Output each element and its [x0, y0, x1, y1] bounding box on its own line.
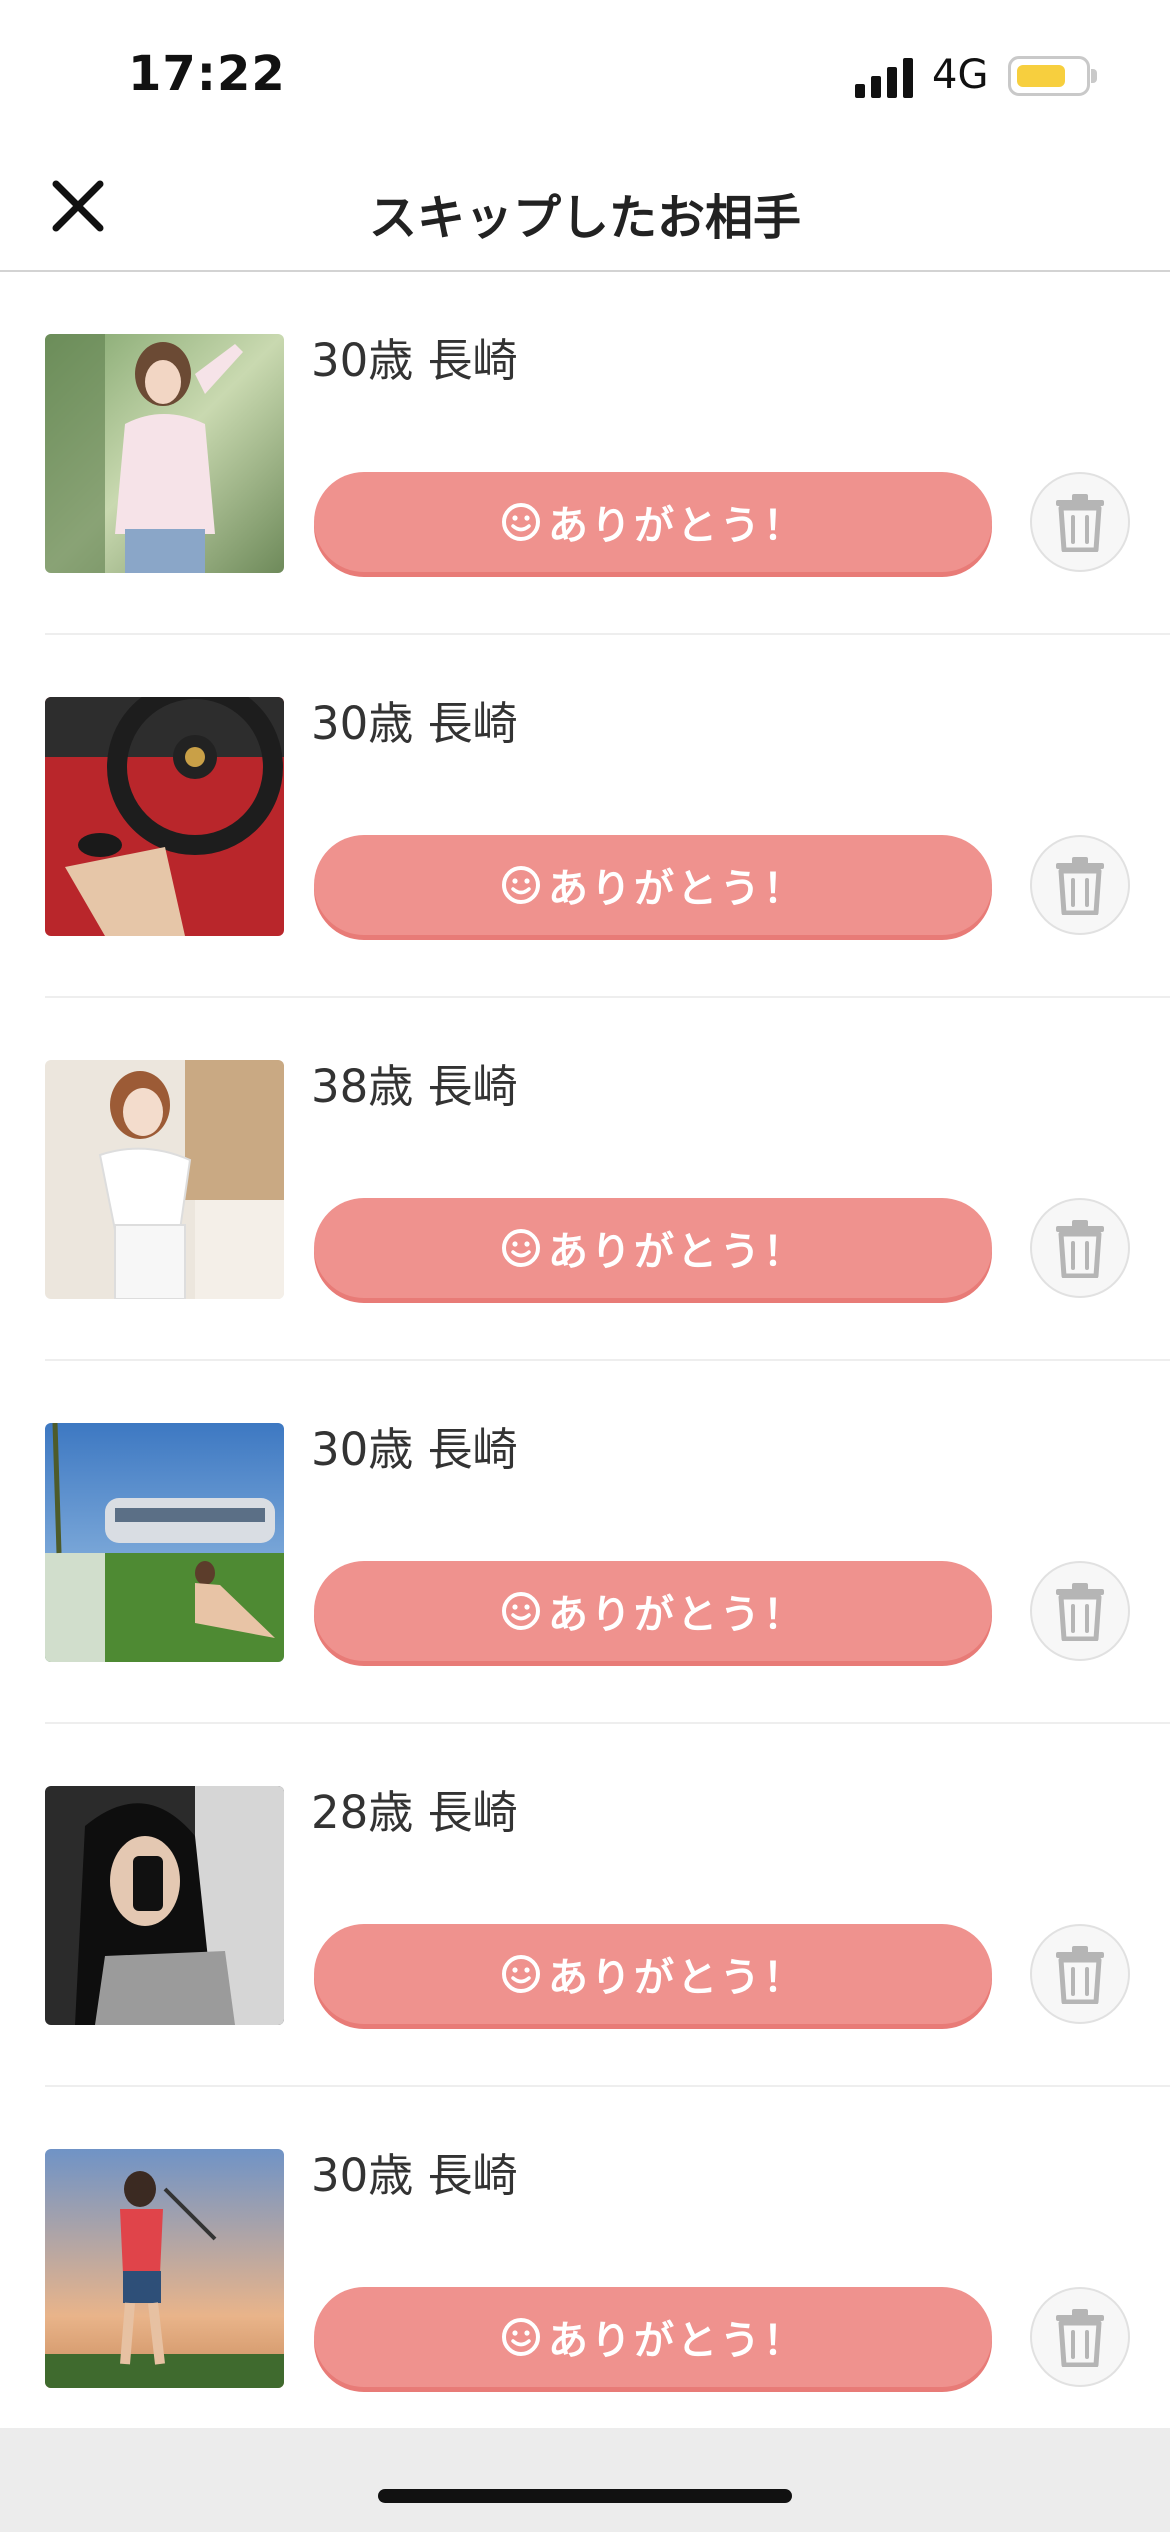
- location: 長崎: [427, 334, 518, 387]
- thanks-button-label: ありがとう！: [548, 1592, 806, 1638]
- age: 38歳: [311, 1060, 414, 1113]
- page-title: スキップしたお相手: [368, 190, 801, 246]
- profile-summary: 30歳 長崎: [311, 687, 518, 752]
- trash-icon: [1056, 2309, 1104, 2367]
- delete-button[interactable]: [1030, 1561, 1130, 1661]
- age: 30歳: [311, 1423, 414, 1476]
- location: 長崎: [427, 2149, 518, 2202]
- age: 30歳: [311, 697, 414, 750]
- list-item: 28歳 長崎 ありがとう！: [0, 1724, 1170, 2087]
- trash-icon: [1056, 1946, 1104, 2004]
- profile-summary: 38歳 長崎: [311, 1050, 518, 1115]
- thanks-button[interactable]: ありがとう！: [314, 835, 992, 935]
- smile-icon: [502, 1955, 540, 1993]
- smile-icon: [502, 2318, 540, 2356]
- status-time: 17:22: [128, 46, 286, 102]
- thanks-button[interactable]: ありがとう！: [314, 1561, 992, 1661]
- age: 28歳: [311, 1786, 414, 1839]
- location: 長崎: [427, 1423, 518, 1476]
- profile-summary: 28歳 長崎: [311, 1776, 518, 1841]
- thanks-button[interactable]: ありがとう！: [314, 1198, 992, 1298]
- thanks-button-label: ありがとう！: [548, 866, 806, 912]
- delete-button[interactable]: [1030, 835, 1130, 935]
- skipped-partner-list: 30歳 長崎 ありがとう！ 30歳 長崎 ありがとう！ 38歳 長崎 ありがとう…: [0, 272, 1170, 2450]
- thanks-button[interactable]: ありがとう！: [314, 1924, 992, 2024]
- profile-photo[interactable]: [45, 2149, 284, 2388]
- profile-photo[interactable]: [45, 1786, 284, 2025]
- list-item: 30歳 長崎 ありがとう！: [0, 1361, 1170, 1724]
- smile-icon: [502, 1592, 540, 1630]
- network-type: 4G: [932, 52, 989, 98]
- location: 長崎: [427, 697, 518, 750]
- list-item: 30歳 長崎 ありがとう！: [0, 635, 1170, 998]
- trash-icon: [1056, 1583, 1104, 1641]
- battery-icon: [1008, 56, 1090, 96]
- signal-icon: [855, 58, 913, 98]
- profile-photo[interactable]: [45, 697, 284, 936]
- profile-summary: 30歳 長崎: [311, 2139, 518, 2204]
- location: 長崎: [427, 1060, 518, 1113]
- battery-cap: [1091, 69, 1097, 83]
- nav-bar: スキップしたお相手: [0, 140, 1170, 272]
- trash-icon: [1056, 1220, 1104, 1278]
- smile-icon: [502, 1229, 540, 1267]
- thanks-button-label: ありがとう！: [548, 1955, 806, 2001]
- list-item: 38歳 長崎 ありがとう！: [0, 998, 1170, 1361]
- trash-icon: [1056, 857, 1104, 915]
- thanks-button-label: ありがとう！: [548, 2318, 806, 2364]
- list-item: 30歳 長崎 ありがとう！: [0, 2087, 1170, 2450]
- delete-button[interactable]: [1030, 2287, 1130, 2387]
- profile-summary: 30歳 長崎: [311, 1413, 518, 1478]
- home-indicator[interactable]: [378, 2489, 792, 2503]
- thanks-button[interactable]: ありがとう！: [314, 2287, 992, 2387]
- location: 長崎: [427, 1786, 518, 1839]
- thanks-button-label: ありがとう！: [548, 503, 806, 549]
- delete-button[interactable]: [1030, 472, 1130, 572]
- profile-photo[interactable]: [45, 1060, 284, 1299]
- age: 30歳: [311, 334, 414, 387]
- home-area: [0, 2428, 1170, 2532]
- profile-photo[interactable]: [45, 334, 284, 573]
- status-bar: 17:22 4G: [0, 0, 1170, 140]
- age: 30歳: [311, 2149, 414, 2202]
- delete-button[interactable]: [1030, 1924, 1130, 2024]
- battery-level: [1017, 65, 1065, 87]
- thanks-button[interactable]: ありがとう！: [314, 472, 992, 572]
- thanks-button-label: ありがとう！: [548, 1229, 806, 1275]
- smile-icon: [502, 866, 540, 904]
- profile-photo[interactable]: [45, 1423, 284, 1662]
- list-item: 30歳 長崎 ありがとう！: [0, 272, 1170, 635]
- smile-icon: [502, 503, 540, 541]
- trash-icon: [1056, 494, 1104, 552]
- profile-summary: 30歳 長崎: [311, 324, 518, 389]
- delete-button[interactable]: [1030, 1198, 1130, 1298]
